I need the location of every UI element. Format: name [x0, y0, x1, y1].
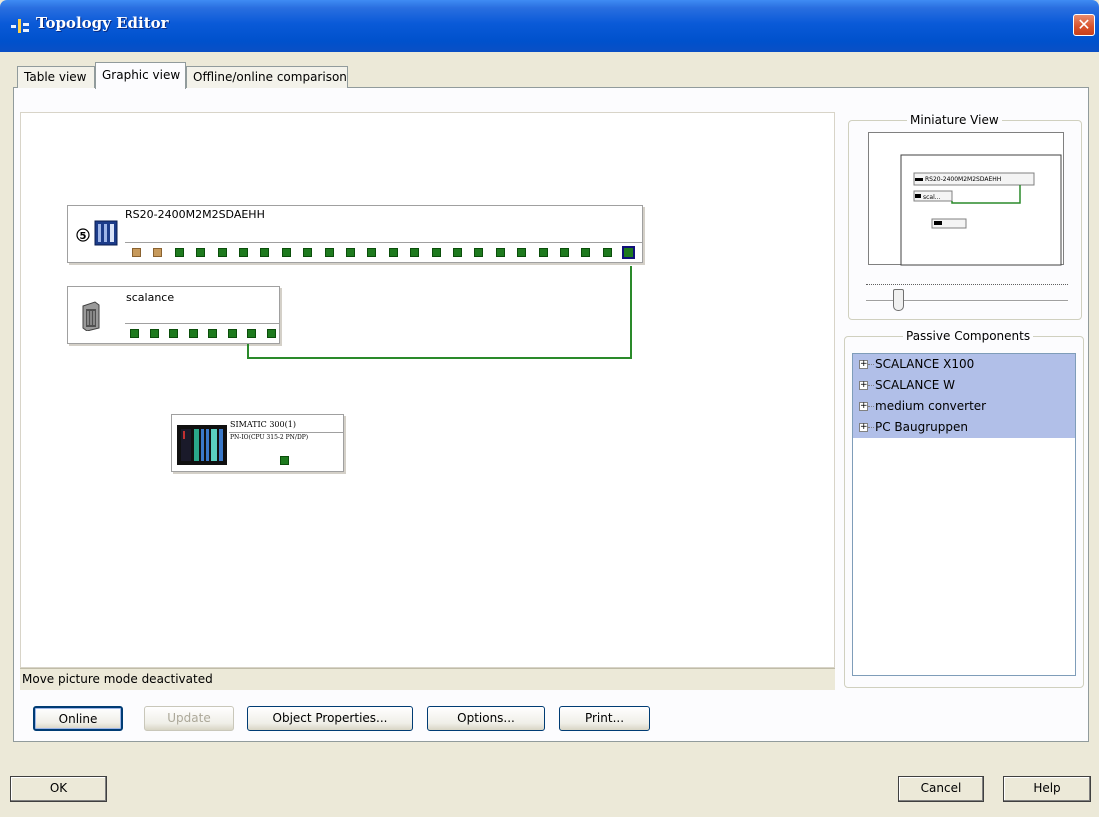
port-11[interactable]: [346, 248, 355, 257]
tree-item-label: SCALANCE W: [875, 378, 955, 392]
port-8[interactable]: [281, 248, 291, 257]
tree-item-label: SCALANCE X100: [875, 357, 975, 371]
miniature-diagram: RS20-2400M2M2SDAEHH scal...: [900, 154, 1062, 266]
device-rs20[interactable]: 5 RS20-2400M2M2SDAEHH: [67, 205, 643, 263]
port-18[interactable]: [495, 248, 505, 257]
port-24[interactable]: [622, 246, 636, 259]
tab-offline-online-comparison[interactable]: Offline/online comparison: [186, 66, 348, 88]
port-3[interactable]: [169, 329, 178, 338]
port-7[interactable]: [260, 248, 270, 257]
port-2[interactable]: [149, 329, 159, 338]
port-6[interactable]: [227, 329, 237, 338]
update-button[interactable]: Update: [144, 706, 234, 731]
tree-item-pc-baugruppen[interactable]: + PC Baugruppen: [853, 417, 1075, 438]
cancel-button[interactable]: Cancel: [898, 776, 984, 802]
tab-table-view[interactable]: Table view: [17, 66, 95, 88]
status-text: Move picture mode deactivated: [22, 672, 213, 686]
separator: [229, 432, 344, 433]
port-19[interactable]: [517, 248, 527, 257]
device-subtitle: PN-IO(CPU 315-2 PN/DP): [230, 434, 309, 441]
tree-connector: [868, 427, 874, 428]
zoom-slider-ticks: [866, 284, 1068, 287]
separator: [125, 242, 643, 243]
port-12[interactable]: [367, 248, 377, 257]
miniature-view-title: Miniature View: [907, 113, 1002, 127]
expand-icon[interactable]: +: [859, 402, 868, 411]
port-4[interactable]: [188, 329, 198, 338]
port[interactable]: [280, 456, 289, 465]
topology-editor-window: Topology Editor ✕ Table view Graphic vie…: [0, 0, 1099, 817]
link-segment[interactable]: [630, 266, 632, 358]
device-name: RS20-2400M2M2SDAEHH: [125, 208, 265, 221]
miniature-view[interactable]: RS20-2400M2M2SDAEHH scal...: [868, 132, 1064, 266]
options-button[interactable]: Options...: [427, 706, 545, 731]
port-10[interactable]: [324, 248, 334, 257]
port-2[interactable]: [153, 248, 163, 257]
port-7[interactable]: [247, 329, 256, 338]
profinet-icon: 5: [76, 228, 90, 242]
port-15[interactable]: [431, 248, 441, 257]
mini-label-rs20: RS20-2400M2M2SDAEHH: [925, 176, 1001, 183]
port-21[interactable]: [560, 248, 569, 257]
separator: [125, 323, 280, 324]
scalance-device-icon: [82, 301, 100, 331]
tree-item-label: medium converter: [875, 399, 987, 413]
tree-connector: [868, 406, 874, 407]
expand-icon[interactable]: +: [859, 423, 868, 432]
port-13[interactable]: [388, 248, 398, 257]
port-1[interactable]: [130, 329, 139, 338]
tree-item-scalance-x100[interactable]: + SCALANCE X100: [853, 354, 1075, 375]
port-5[interactable]: [208, 329, 217, 338]
title-bar[interactable]: Topology Editor ✕: [0, 0, 1099, 52]
expand-icon[interactable]: +: [859, 360, 868, 369]
link-segment[interactable]: [247, 357, 632, 359]
object-properties-button[interactable]: Object Properties...: [247, 706, 413, 731]
link-segment[interactable]: [247, 344, 249, 359]
window-title: Topology Editor: [36, 14, 169, 32]
expand-icon[interactable]: +: [859, 381, 868, 390]
topology-icon: [11, 19, 29, 33]
device-scalance[interactable]: scalance: [67, 286, 280, 344]
switch-icon: [94, 220, 118, 246]
help-button[interactable]: Help: [1003, 776, 1091, 802]
zoom-slider-thumb[interactable]: [893, 289, 904, 311]
port-3[interactable]: [174, 248, 184, 257]
ok-button[interactable]: OK: [10, 776, 107, 802]
tree-connector: [868, 364, 874, 365]
port-14[interactable]: [410, 248, 420, 257]
close-icon[interactable]: ✕: [1073, 14, 1095, 36]
port-23[interactable]: [602, 248, 612, 257]
svg-text:5: 5: [80, 231, 87, 242]
mini-label-scalance: scal...: [923, 194, 941, 201]
tree-item-medium-converter[interactable]: + medium converter: [853, 396, 1075, 417]
port-8[interactable]: [266, 329, 276, 338]
device-simatic-300[interactable]: SIMATIC 300(1) PN-IO(CPU 315-2 PN/DP): [171, 414, 344, 472]
port-1[interactable]: [132, 248, 141, 257]
tab-graphic-view[interactable]: Graphic view: [95, 62, 186, 89]
port-20[interactable]: [538, 248, 548, 257]
print-button[interactable]: Print...: [559, 706, 650, 731]
port-16[interactable]: [453, 248, 462, 257]
tree-item-scalance-w[interactable]: + SCALANCE W: [853, 375, 1075, 396]
tree-connector: [868, 385, 874, 386]
online-button[interactable]: Online: [33, 706, 123, 731]
plc-rack-icon: [177, 425, 227, 465]
device-name: scalance: [126, 291, 175, 304]
device-name: SIMATIC 300(1): [230, 420, 296, 429]
port-9[interactable]: [303, 248, 313, 257]
port-4[interactable]: [196, 248, 206, 257]
tree-item-label: PC Baugruppen: [875, 420, 968, 434]
topology-canvas[interactable]: 5 RS20-2400M2M2SDAEHH scalance SIMATIC 3…: [20, 112, 835, 668]
port-17[interactable]: [474, 248, 484, 257]
passive-components-title: Passive Components: [903, 329, 1034, 343]
port-22[interactable]: [581, 248, 591, 257]
status-bar: Move picture mode deactivated: [20, 668, 835, 690]
passive-components-tree[interactable]: + SCALANCE X100 + SCALANCE W + medium co…: [852, 353, 1076, 676]
port-5[interactable]: [217, 248, 227, 257]
port-6[interactable]: [239, 248, 248, 257]
